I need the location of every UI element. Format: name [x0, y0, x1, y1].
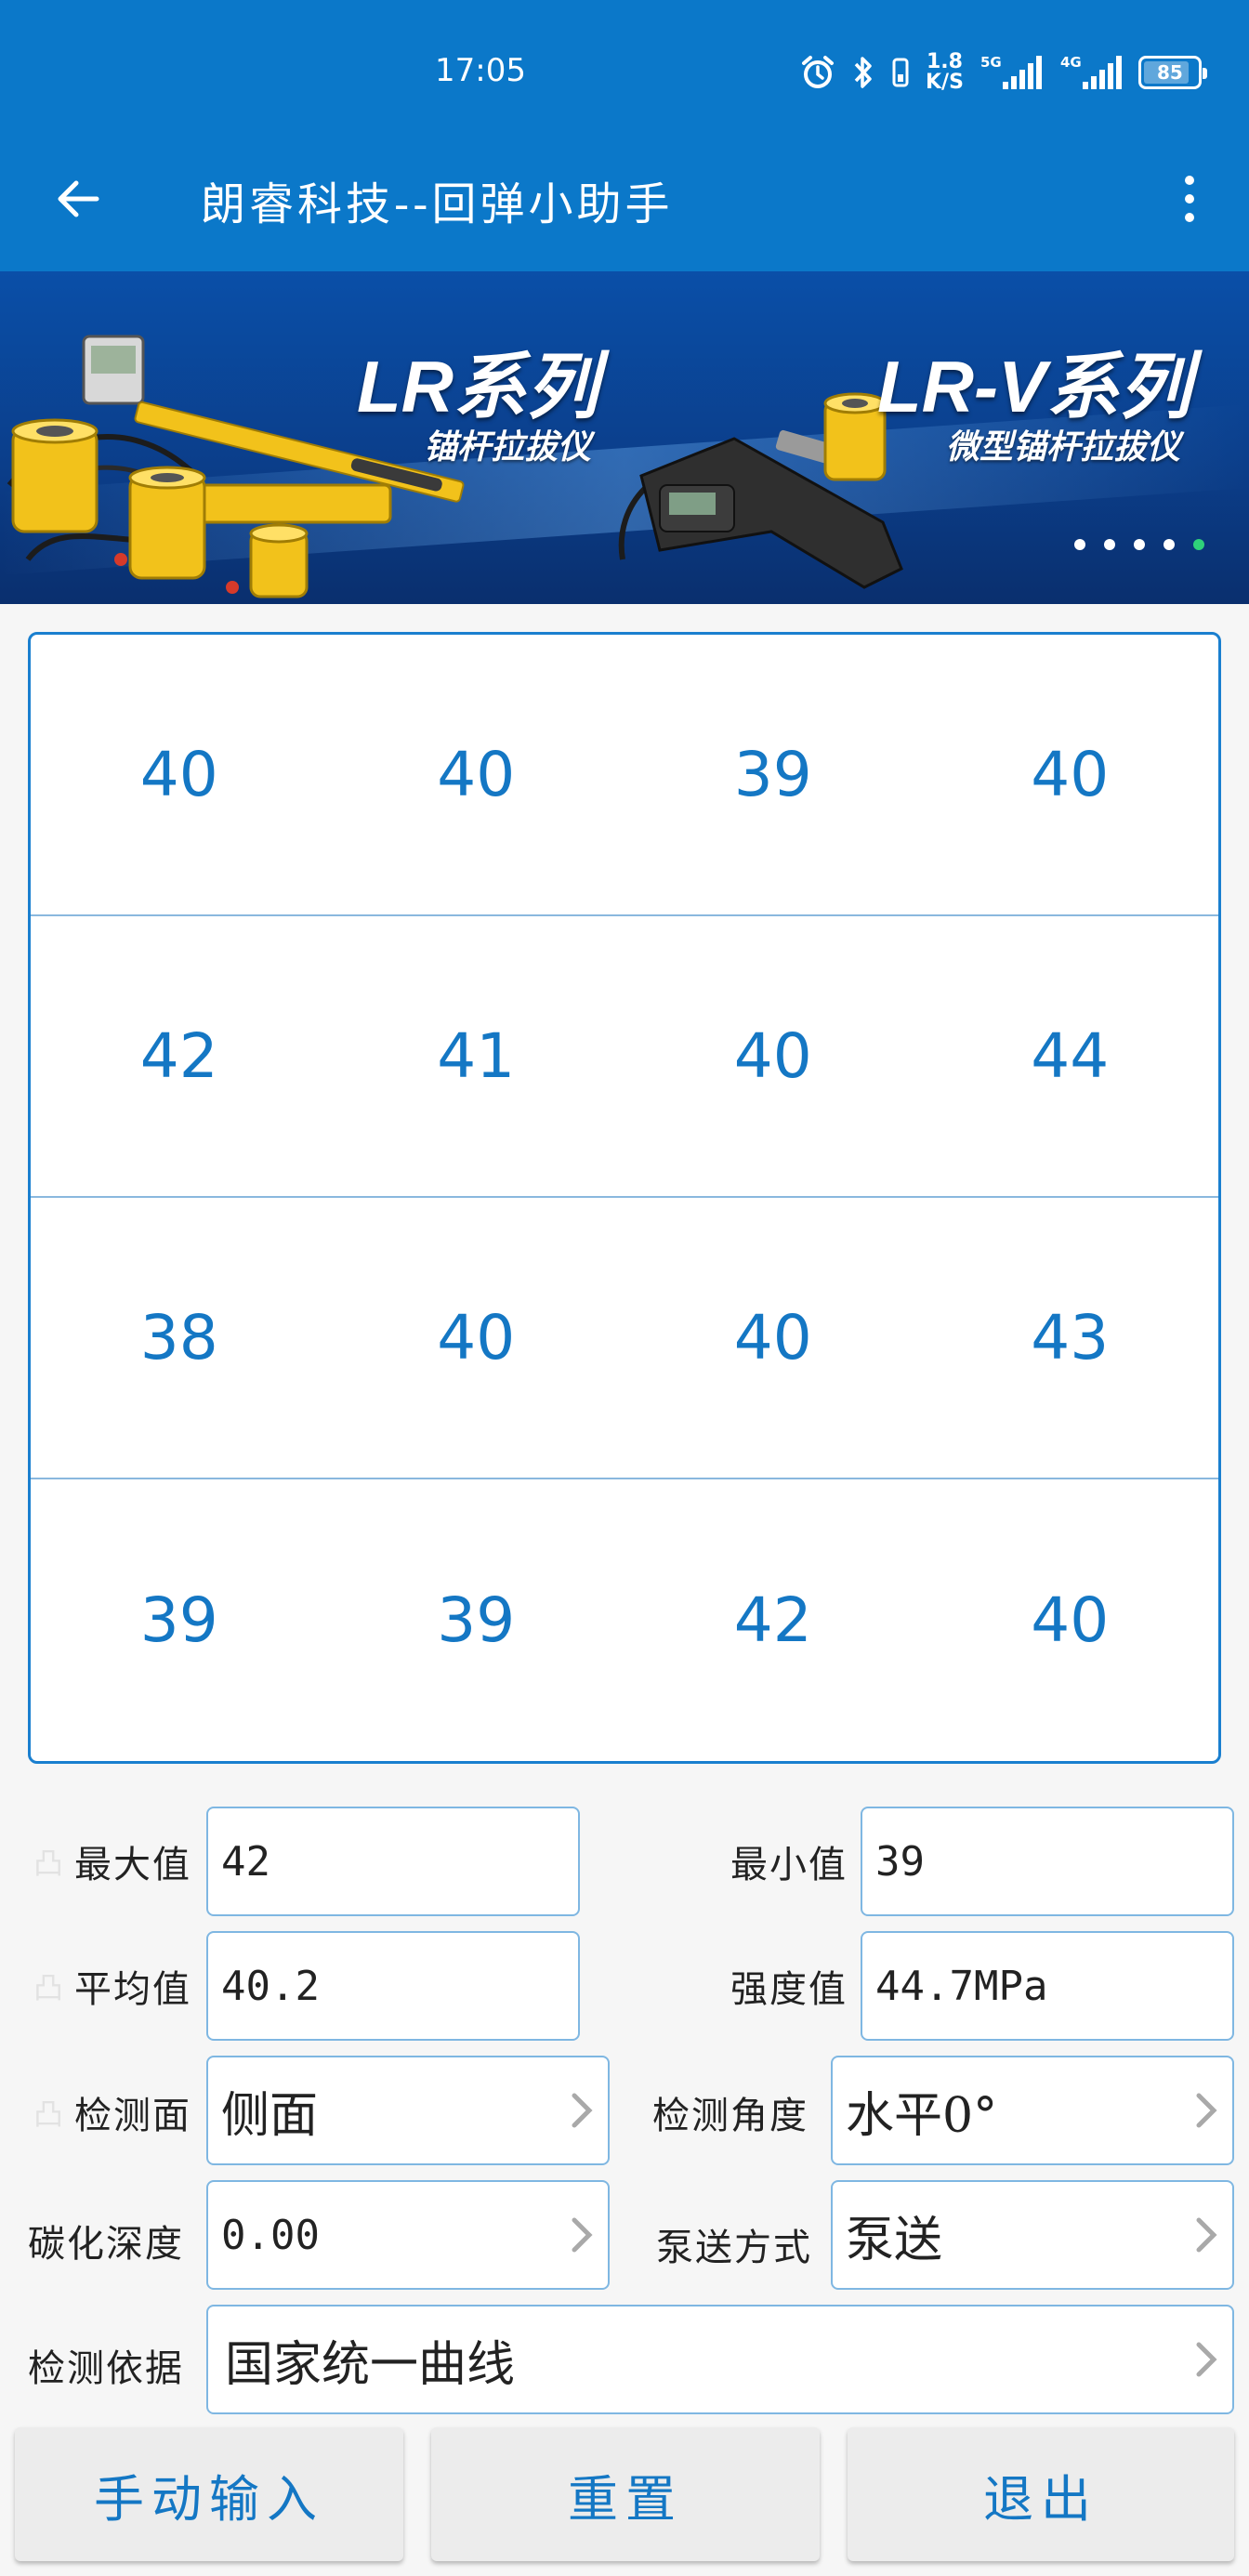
- readings-row: 42 41 40 44: [31, 916, 1218, 1198]
- test-surface-label: 检测面: [74, 2095, 191, 2137]
- chevron-right-icon: [1196, 2342, 1217, 2377]
- test-basis-value: 国家统一曲线: [225, 2336, 516, 2393]
- faint-marker-icon: 凸: [33, 1970, 64, 2005]
- net-speed-value: 1.8: [926, 50, 963, 73]
- test-angle-value: 水平0°: [846, 2087, 998, 2144]
- test-basis-select[interactable]: 国家统一曲线: [206, 2305, 1234, 2414]
- more-vert-icon: [1185, 176, 1194, 222]
- more-options-button[interactable]: [1160, 165, 1219, 232]
- banner-page-dot[interactable]: [1164, 539, 1175, 550]
- test-basis-label: 检测依据: [28, 2347, 184, 2390]
- bluetooth-icon: [851, 54, 875, 91]
- pumping-method-value: 泵送: [846, 2212, 943, 2268]
- banner-page-dot[interactable]: [1134, 539, 1145, 550]
- min-value-label: 最小值: [730, 1844, 848, 1886]
- reading-cell[interactable]: 40: [922, 635, 1219, 914]
- pumping-method-label: 泵送方式: [656, 2227, 812, 2269]
- reading-cell[interactable]: 39: [328, 1479, 625, 1761]
- banner-left-subtitle: 锚杆拉拔仪: [424, 427, 592, 466]
- reading-cell[interactable]: 40: [624, 1198, 922, 1478]
- reading-cell[interactable]: 38: [31, 1198, 328, 1478]
- test-surface-value: 侧面: [221, 2087, 319, 2144]
- test-angle-select[interactable]: 水平0°: [831, 2056, 1234, 2165]
- page-title: 朗睿科技--回弹小助手: [201, 178, 674, 230]
- min-value-field[interactable]: 39: [861, 1807, 1234, 1916]
- chevron-right-icon: [572, 2093, 593, 2128]
- vibrate-icon: [890, 54, 911, 91]
- back-arrow-icon: [58, 180, 99, 217]
- reading-cell[interactable]: 40: [624, 916, 922, 1196]
- banner-right-subtitle: 微型锚杆拉拔仪: [946, 427, 1181, 466]
- strength-value-field[interactable]: 44.7MPa: [861, 1931, 1234, 2041]
- chevron-right-icon: [1196, 2093, 1217, 2128]
- reset-button[interactable]: 重置: [431, 2427, 820, 2561]
- banner-page-dot[interactable]: [1074, 539, 1085, 550]
- battery-level: 85: [1157, 61, 1183, 84]
- reading-cell[interactable]: 43: [922, 1198, 1219, 1478]
- test-surface-select[interactable]: 侧面: [206, 2056, 610, 2165]
- chevron-right-icon: [1196, 2217, 1217, 2253]
- exit-button[interactable]: 退出: [848, 2427, 1234, 2561]
- reading-cell[interactable]: 41: [328, 916, 625, 1196]
- chevron-right-icon: [572, 2217, 593, 2253]
- max-value-field[interactable]: 42: [206, 1807, 580, 1916]
- manual-input-button[interactable]: 手动输入: [15, 2427, 403, 2561]
- status-time: 17:05: [435, 52, 526, 89]
- back-button[interactable]: [45, 165, 112, 232]
- reading-cell[interactable]: 40: [328, 635, 625, 914]
- status-icons: 1.8 K/S 5G 4G 85: [799, 50, 1207, 95]
- reading-cell[interactable]: 40: [922, 1479, 1219, 1761]
- reading-cell[interactable]: 42: [31, 916, 328, 1196]
- signal-4g-icon: 4G: [1058, 52, 1124, 93]
- carbonation-depth-label: 碳化深度: [28, 2223, 184, 2266]
- reading-cell[interactable]: 39: [31, 1479, 328, 1761]
- status-bar: 17:05 1.8 K/S 5G 4G 85: [0, 0, 1249, 139]
- average-value-field[interactable]: 40.2: [206, 1931, 580, 2041]
- banner-page-indicator: [1074, 539, 1204, 550]
- battery-icon: 85: [1137, 56, 1207, 89]
- average-value-label: 平均值: [74, 1968, 191, 2011]
- reading-cell[interactable]: 42: [624, 1479, 922, 1761]
- reading-cell[interactable]: 40: [31, 635, 328, 914]
- banner-page-dot[interactable]: [1193, 539, 1204, 550]
- reading-cell[interactable]: 44: [922, 916, 1219, 1196]
- banner-right-title: LR-V系列: [877, 346, 1191, 427]
- faint-marker-icon: 凸: [33, 1846, 64, 1881]
- net-speed-unit: K/S: [926, 71, 964, 94]
- carbonation-depth-value: 0.00: [221, 2211, 320, 2259]
- readings-row: 38 40 40 43: [31, 1198, 1218, 1479]
- carbonation-depth-field[interactable]: 0.00: [206, 2180, 610, 2290]
- faint-marker-icon: 凸: [33, 2096, 64, 2132]
- alarm-icon: [799, 54, 836, 91]
- product-banner[interactable]: LR系列 锚杆拉拔仪 LR-V系列 微型锚杆拉拔仪: [0, 271, 1249, 604]
- signal-5g-icon: 5G: [979, 52, 1044, 93]
- max-value-label: 最大值: [74, 1844, 191, 1886]
- banner-page-dot[interactable]: [1104, 539, 1115, 550]
- reading-cell[interactable]: 40: [328, 1198, 625, 1478]
- pumping-method-select[interactable]: 泵送: [831, 2180, 1234, 2290]
- rebound-readings-grid: 40 40 39 40 42 41 40 44 38 40 40 43 39 39 42 40: [28, 632, 1221, 1764]
- readings-row: 40 40 39 40: [31, 635, 1218, 916]
- network-speed: 1.8 K/S: [926, 52, 964, 93]
- app-bar: 朗睿科技--回弹小助手: [0, 139, 1249, 271]
- reading-cell[interactable]: 39: [624, 635, 922, 914]
- test-angle-label: 检测角度: [652, 2095, 809, 2137]
- strength-value-label: 强度值: [730, 1968, 848, 2011]
- signal-5g-label: 5G: [980, 54, 1002, 71]
- signal-4g-label: 4G: [1060, 54, 1082, 71]
- readings-row: 39 39 42 40: [31, 1479, 1218, 1761]
- banner-left-title: LR系列: [357, 346, 598, 427]
